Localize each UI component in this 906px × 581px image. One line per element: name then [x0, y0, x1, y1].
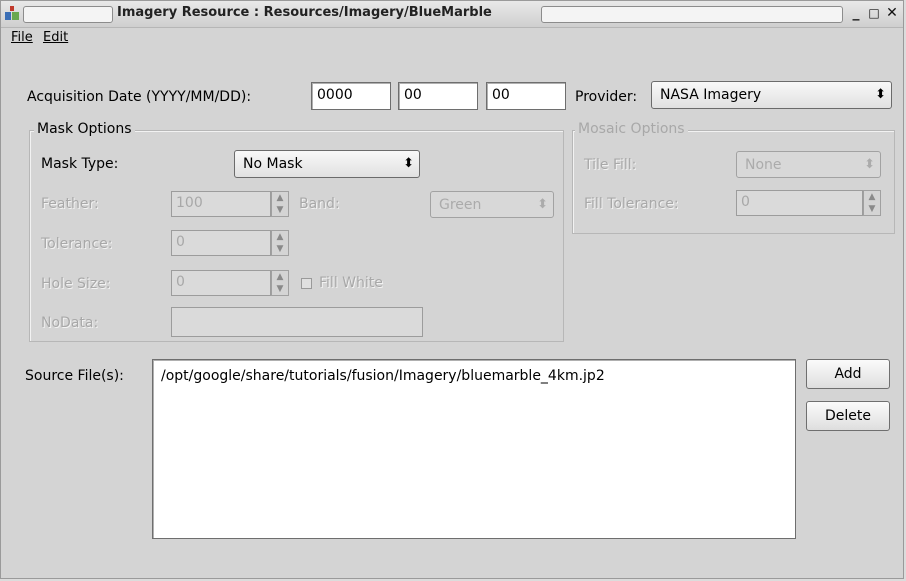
dropdown-arrow-icon: ⬍ — [875, 87, 886, 102]
source-files-label: Source File(s): — [25, 368, 124, 384]
dropdown-arrow-icon: ⬍ — [864, 157, 875, 172]
feather-spin-buttons[interactable]: ▲ ▼ — [271, 191, 289, 217]
fill-white-label: Fill White — [319, 275, 383, 291]
provider-label: Provider: — [575, 89, 638, 105]
nodata-field[interactable] — [171, 307, 423, 337]
tile-fill-label: Tile Fill: — [584, 157, 637, 173]
hole-size-label: Hole Size: — [41, 276, 111, 292]
mosaic-options-title: Mosaic Options — [575, 121, 688, 137]
hole-size-value[interactable]: 0 — [171, 270, 271, 296]
acquisition-month-field[interactable]: 00 — [398, 82, 478, 110]
fill-tolerance-spinbox[interactable]: 0 ▲ ▼ — [736, 190, 881, 216]
band-select[interactable]: Green ⬍ — [430, 191, 554, 218]
menu-edit[interactable]: Edit — [43, 30, 68, 45]
band-label: Band: — [299, 196, 340, 212]
source-files-list[interactable]: /opt/google/share/tutorials/fusion/Image… — [152, 359, 796, 539]
spin-up-icon[interactable]: ▲ — [866, 192, 878, 202]
provider-select[interactable]: NASA Imagery ⬍ — [651, 81, 892, 109]
add-button[interactable]: Add — [806, 359, 890, 389]
feather-value[interactable]: 100 — [171, 191, 271, 217]
spin-up-icon[interactable]: ▲ — [274, 193, 286, 203]
delete-button[interactable]: Delete — [806, 401, 890, 431]
feather-spinbox[interactable]: 100 ▲ ▼ — [171, 191, 289, 217]
spin-up-icon[interactable]: ▲ — [274, 232, 286, 242]
menu-file-label: File — [11, 30, 33, 45]
mask-type-select[interactable]: No Mask ⬍ — [234, 150, 420, 178]
dropdown-arrow-icon: ⬍ — [403, 156, 414, 171]
spin-down-icon[interactable]: ▼ — [274, 284, 286, 294]
close-icon[interactable]: ✕ — [885, 4, 899, 22]
app-icon[interactable] — [5, 6, 19, 20]
window-title: Imagery Resource : Resources/Imagery/Blu… — [117, 5, 492, 20]
fill-tolerance-value[interactable]: 0 — [736, 190, 863, 216]
spin-down-icon[interactable]: ▼ — [866, 204, 878, 214]
list-item[interactable]: /opt/google/share/tutorials/fusion/Image… — [161, 368, 605, 384]
title-decoration-left — [23, 6, 113, 23]
menu-edit-label: Edit — [43, 30, 69, 45]
mask-type-value: No Mask — [243, 156, 303, 172]
title-decoration-right — [541, 6, 843, 23]
minimize-icon[interactable]: _ — [849, 4, 863, 22]
menu-file[interactable]: File — [11, 30, 33, 45]
tile-fill-value: None — [745, 157, 782, 173]
mask-type-label: Mask Type: — [41, 156, 119, 172]
spin-down-icon[interactable]: ▼ — [274, 205, 286, 215]
mask-options-title: Mask Options — [34, 121, 135, 137]
tolerance-spinbox[interactable]: 0 ▲ ▼ — [171, 230, 289, 256]
acquisition-date-label: Acquisition Date (YYYY/MM/DD): — [27, 89, 252, 105]
fill-white-checkbox[interactable] — [301, 278, 312, 289]
maximize-icon[interactable]: □ — [867, 4, 881, 22]
title-bar[interactable]: Imagery Resource : Resources/Imagery/Blu… — [1, 1, 903, 28]
feather-label: Feather: — [41, 196, 99, 212]
dropdown-arrow-icon: ⬍ — [537, 197, 548, 212]
acquisition-year-field[interactable]: 0000 — [311, 82, 391, 110]
acquisition-day-field[interactable]: 00 — [486, 82, 566, 110]
hole-size-spinbox[interactable]: 0 ▲ ▼ — [171, 270, 289, 296]
imagery-resource-window: Imagery Resource : Resources/Imagery/Blu… — [0, 0, 904, 579]
provider-value: NASA Imagery — [660, 87, 762, 103]
mosaic-options-group — [572, 130, 895, 234]
fill-tolerance-label: Fill Tolerance: — [584, 196, 679, 212]
band-value: Green — [439, 197, 482, 213]
tile-fill-select[interactable]: None ⬍ — [736, 151, 881, 178]
menu-bar: File Edit — [1, 28, 903, 50]
spin-down-icon[interactable]: ▼ — [274, 244, 286, 254]
tolerance-value[interactable]: 0 — [171, 230, 271, 256]
tolerance-label: Tolerance: — [41, 236, 113, 252]
fill-tolerance-spin-buttons[interactable]: ▲ ▼ — [863, 190, 881, 216]
tolerance-spin-buttons[interactable]: ▲ ▼ — [271, 230, 289, 256]
hole-size-spin-buttons[interactable]: ▲ ▼ — [271, 270, 289, 296]
nodata-label: NoData: — [41, 315, 99, 331]
spin-up-icon[interactable]: ▲ — [274, 272, 286, 282]
